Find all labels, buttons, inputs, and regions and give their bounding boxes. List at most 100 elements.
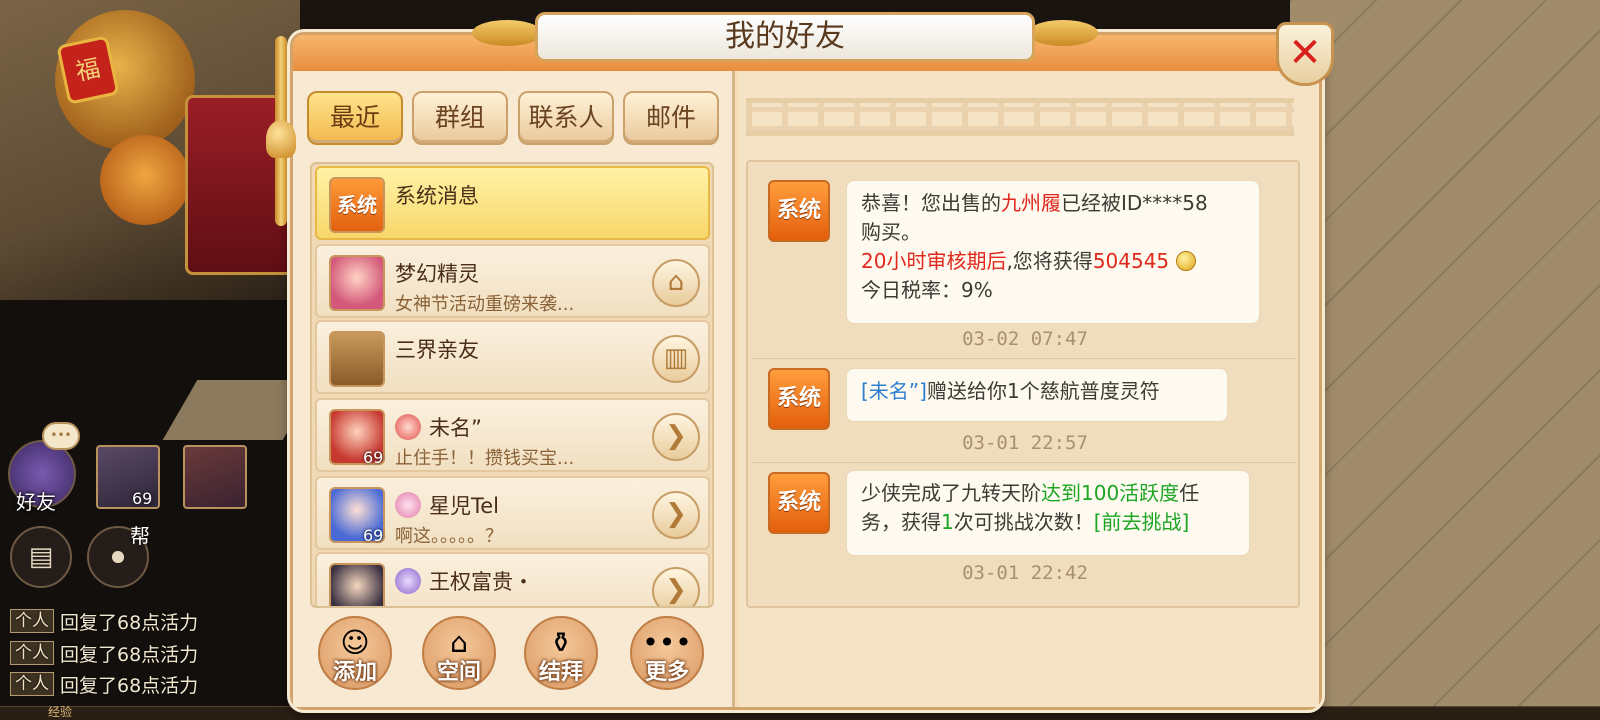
list-item-name: 三界亲友 (395, 338, 479, 362)
message-text: 恭喜！您出售的 (861, 191, 1001, 215)
chat-bubble-icon: ••• (42, 422, 80, 450)
message-text: ,您将获得 (1006, 249, 1093, 273)
system-avatar: 系统 (329, 177, 385, 233)
tab-mail[interactable]: 邮件 (623, 91, 719, 145)
sender-link[interactable]: [未名”] (861, 379, 927, 403)
home-button[interactable]: ⌂ (652, 259, 700, 307)
list-item-preview: 女神节活动重磅来袭... (395, 294, 575, 315)
team-member-portrait[interactable] (183, 445, 247, 509)
list-item-preview: 止住手！！攒钱买宝... (395, 448, 575, 469)
tab-recent[interactable]: 最近 (307, 91, 403, 145)
message-timestamp: 03-01 22:42 (962, 562, 1088, 584)
open-chat-button[interactable]: ❯ (652, 567, 700, 606)
message-line: 购买。 (861, 220, 921, 244)
list-item-preview: 啊这。。。。。？ (395, 526, 503, 547)
message-highlight: 20小时审核期后 (861, 249, 1007, 273)
divider (752, 462, 1296, 463)
log-text: 回复了68点活力 (60, 674, 199, 697)
level-badge: 69 (363, 448, 384, 467)
friends-hud-label: 好友 (16, 490, 56, 514)
list-item-system-messages[interactable]: 系统 系统消息 (315, 166, 710, 240)
log-text: 回复了68点活力 (60, 643, 199, 666)
experience-label: 经验 (48, 705, 73, 719)
message-bubble: [未名”]赠送给你1个慈航普度灵符 (846, 368, 1228, 422)
button-label: 更多 (644, 660, 689, 685)
message-line: 20小时审核期后,您将获得504545 (861, 247, 1245, 276)
system-avatar: 系统 (768, 180, 830, 242)
tab-contacts[interactable]: 联系人 (518, 91, 614, 145)
log-channel-tag: 个人 (10, 609, 54, 633)
list-item-friend[interactable]: 王权富贵・ ❯ (315, 552, 710, 606)
message-line: 恭喜！您出售的九州履已经被ID****58 (861, 189, 1245, 218)
friend-list[interactable]: 系统 系统消息 梦幻精灵 女神节活动重磅来袭... ⌂ 三界亲友 ▥ 69 未名… (310, 162, 714, 608)
message-text: 次可挑战次数！ (953, 510, 1094, 534)
guild-channel-label: 帮 (130, 524, 150, 548)
lotus-icon (395, 492, 421, 518)
open-chat-button[interactable]: ❯ (652, 413, 700, 461)
bell-icon (266, 120, 296, 158)
avatar (329, 255, 385, 311)
add-friend-button[interactable]: ☺ 添加 (318, 616, 392, 690)
tab-groups[interactable]: 群组 (412, 91, 508, 145)
book-icon: ▥ (663, 343, 689, 373)
message-text: 少侠完成了九转天阶 (861, 481, 1041, 505)
chevron-right-icon: ❯ (665, 575, 687, 605)
list-item-friend[interactable]: 69 星児Tel 啊这。。。。。？ ❯ (315, 476, 710, 550)
go-challenge-link[interactable]: [前去挑战] (1094, 510, 1190, 534)
list-item-relatives[interactable]: 三界亲友 ▥ (315, 320, 710, 394)
list-item-name: 系统消息 (395, 184, 479, 208)
log-text: 回复了68点活力 (60, 611, 199, 634)
log-channel-tag: 个人 (10, 641, 54, 665)
sworn-brother-button[interactable]: ⚱ 结拜 (524, 616, 598, 690)
log-row: 个人 回复了68点活力 (10, 671, 198, 697)
chat-button[interactable]: ▤ (10, 526, 72, 588)
list-item-name: 王权富贵・ (429, 570, 534, 594)
faction-icon (395, 414, 421, 440)
log-row: 个人 回复了68点活力 (10, 608, 198, 634)
list-item-name: 未名” (429, 416, 482, 440)
chevron-right-icon: ❯ (665, 499, 687, 529)
team-member-level: 69 (132, 489, 153, 508)
book-button[interactable]: ▥ (652, 335, 700, 383)
space-button[interactable]: ⌂ 空间 (422, 616, 496, 690)
avatar (329, 563, 385, 606)
tiger-statue (100, 135, 190, 225)
system-avatar: 系统 (768, 368, 830, 430)
button-label: 结拜 (538, 660, 583, 685)
system-avatar: 系统 (768, 472, 830, 534)
message-text: 已经被ID****58 (1061, 191, 1208, 215)
message-bubble: 恭喜！您出售的九州履已经被ID****58 购买。 20小时审核期后,您将获得5… (846, 180, 1260, 324)
cloud-ornament-icon (1028, 20, 1098, 46)
message-text: 务，获得 (861, 510, 941, 534)
list-item-friend[interactable]: 69 未名” 止住手！！攒钱买宝... ❯ (315, 398, 710, 472)
window-title-plaque: 我的好友 (535, 12, 1035, 62)
level-badge: 69 (363, 526, 384, 545)
message-line: 今日税率：9% (861, 278, 993, 302)
faction-icon (395, 568, 421, 594)
button-label: 添加 (332, 660, 377, 685)
chevron-right-icon: ❯ (665, 421, 687, 451)
more-button[interactable]: ••• 更多 (630, 616, 704, 690)
log-channel-tag: 个人 (10, 672, 54, 696)
close-icon: ✕ (1288, 30, 1322, 76)
close-button[interactable]: ✕ (1276, 22, 1334, 86)
window-title: 我的好友 (725, 19, 845, 54)
challenge-count: 1 (941, 510, 954, 534)
list-item-name: 梦幻精灵 (395, 262, 479, 286)
chat-icon: ▤ (28, 542, 54, 572)
meander-ornament (746, 98, 1294, 136)
message-text: 赠送给你1个慈航普度灵符 (926, 379, 1160, 403)
home-icon: ⌂ (667, 267, 685, 297)
message-line: 务，获得1次可挑战次数！[前去挑战] (861, 508, 1235, 537)
coin-amount: 504545 (1092, 249, 1170, 273)
message-highlight: 达到100活跃度 (1041, 481, 1180, 505)
list-item-fairy[interactable]: 梦幻精灵 女神节活动重磅来袭... ⌂ (315, 244, 710, 318)
open-chat-button[interactable]: ❯ (652, 491, 700, 539)
message-list[interactable]: 系统 恭喜！您出售的九州履已经被ID****58 购买。 20小时审核期后,您将… (746, 160, 1300, 608)
button-label: 空间 (436, 660, 481, 685)
cloud-ornament-icon (472, 20, 542, 46)
message-text: 任 (1179, 481, 1200, 505)
divider (752, 358, 1296, 359)
message-timestamp: 03-02 07:47 (962, 328, 1088, 350)
message-line: 少侠完成了九转天阶达到100活跃度任 (861, 479, 1235, 508)
